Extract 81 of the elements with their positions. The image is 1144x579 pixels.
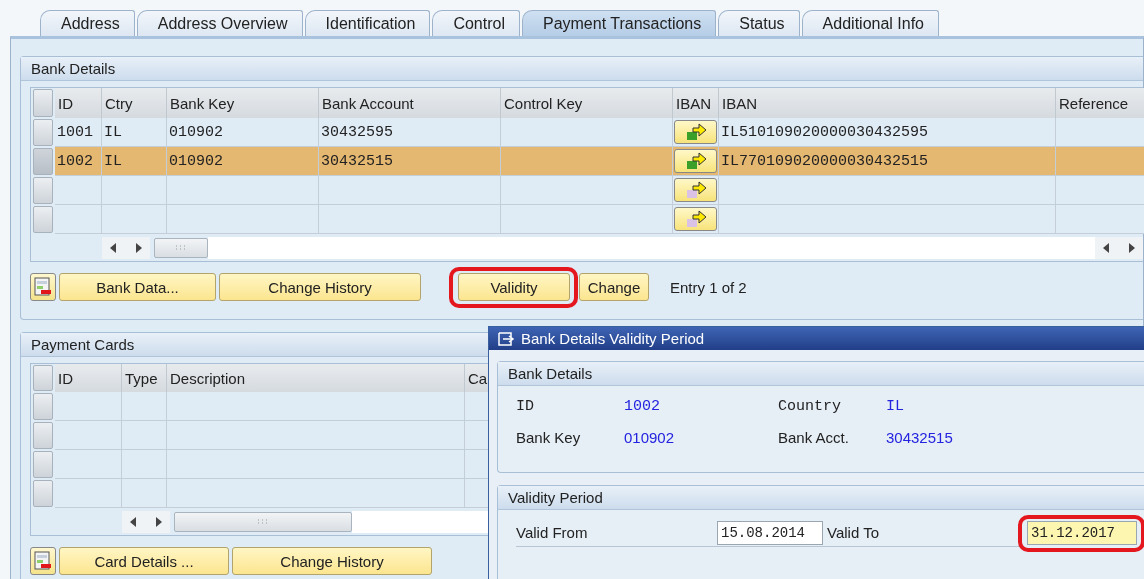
table-cell: 010902 (167, 118, 319, 147)
dialog-title: Bank Details Validity Period (521, 330, 705, 347)
column-header[interactable]: Description (167, 364, 465, 392)
tab[interactable]: Address (40, 10, 135, 36)
field-label: Valid From (516, 524, 589, 541)
table-cell (55, 392, 122, 421)
table-cell (102, 205, 167, 234)
table-cell: IL510109020000030432595 (719, 118, 1056, 147)
tab[interactable]: Payment Transactions (521, 10, 717, 36)
table-cell: 30432595 (319, 118, 501, 147)
field-label: Bank Acct. (778, 429, 850, 446)
table-cell: 30432515 (319, 147, 501, 176)
table-cell (55, 450, 122, 479)
table-settings-button[interactable] (30, 273, 56, 301)
select-all-button[interactable] (33, 89, 53, 117)
column-header[interactable]: Ctry (102, 88, 167, 118)
field-label: Bank Key (516, 429, 582, 446)
column-header[interactable]: ID (55, 88, 102, 118)
table-cell: 010902 (167, 147, 319, 176)
table-cell: 1002 (55, 147, 102, 176)
table-cell: IL (102, 118, 167, 147)
group-title: Bank Details (21, 57, 1143, 81)
scroll-thumb[interactable] (174, 511, 352, 532)
column-header[interactable]: Type (122, 364, 167, 392)
date-field[interactable]: 31.12.2017 (1027, 520, 1137, 545)
row-selector[interactable] (33, 119, 53, 146)
tab[interactable]: Address Overview (136, 10, 303, 36)
row-selector[interactable] (33, 451, 53, 478)
table-cell (122, 421, 167, 450)
table-cell: 1001 (55, 118, 102, 147)
table-cell (122, 479, 167, 508)
row-selector[interactable] (33, 206, 53, 233)
column-header[interactable]: Ca (465, 364, 489, 392)
row-selector[interactable] (33, 480, 53, 507)
action-button[interactable]: Card Details ... (59, 547, 229, 575)
column-header[interactable]: Bank Key (167, 88, 319, 118)
group-title: Validity Period (498, 486, 1144, 510)
column-header[interactable]: IBAN (719, 88, 1056, 118)
table-cell (55, 205, 102, 234)
tab[interactable]: Control (432, 10, 520, 36)
scroll-thumb[interactable] (154, 237, 208, 258)
window-icon (497, 330, 515, 347)
table-cell (122, 392, 167, 421)
column-header[interactable]: IBAN (673, 88, 719, 118)
field-value: IL (886, 398, 905, 415)
field-value: 010902 (624, 429, 676, 446)
table-cell (55, 176, 102, 205)
table-cell (102, 176, 167, 205)
table-cell (55, 479, 122, 508)
table-cell (55, 421, 122, 450)
action-button[interactable]: Validity (458, 273, 570, 301)
field-label: ID (516, 398, 535, 415)
date-field[interactable]: 15.08.2014 (717, 520, 823, 545)
table-settings-icon (34, 277, 52, 297)
action-button[interactable]: Bank Data... (59, 273, 216, 301)
field-value: 30432515 (886, 429, 954, 446)
field-label: Country (778, 398, 842, 415)
table-cell: IL (102, 147, 167, 176)
table-settings-icon (34, 551, 52, 571)
row-selector[interactable] (33, 148, 53, 175)
row-selector[interactable] (33, 177, 53, 204)
column-header[interactable]: Bank Account (319, 88, 501, 118)
field-value: 1002 (624, 398, 661, 415)
tab[interactable]: Additional Info (801, 10, 939, 36)
row-selector[interactable] (33, 422, 53, 449)
column-header[interactable]: ID (55, 364, 122, 392)
table-cell (122, 450, 167, 479)
table-settings-button[interactable] (30, 547, 56, 575)
column-header[interactable]: Reference (1056, 88, 1144, 118)
tab[interactable]: Status (718, 10, 800, 36)
action-button[interactable]: Change History (232, 547, 432, 575)
action-button[interactable]: Change (579, 273, 649, 301)
select-all-button[interactable] (33, 365, 53, 391)
row-selector[interactable] (33, 393, 53, 420)
group-title: Bank Details (498, 362, 1144, 386)
entry-status: Entry 1 of 2 (670, 278, 747, 296)
table-cell: IL770109020000030432515 (719, 147, 1056, 176)
tab[interactable]: Identification (304, 10, 431, 36)
column-header[interactable]: Control Key (501, 88, 673, 118)
action-button[interactable]: Change History (219, 273, 421, 301)
field-label: Valid To (827, 524, 880, 541)
